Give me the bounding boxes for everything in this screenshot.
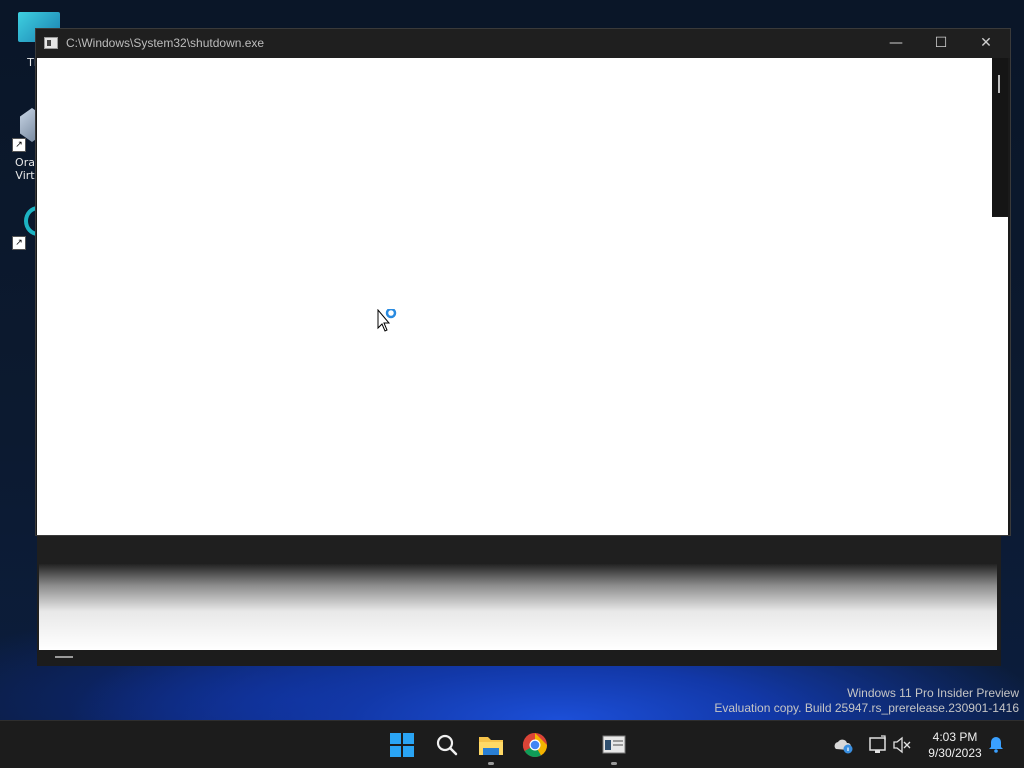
running-indicator — [488, 762, 494, 765]
search-button[interactable] — [429, 727, 465, 763]
taskbar: 4:03 PM 9/30/2023 — [0, 720, 1024, 768]
close-button[interactable]: ✕ — [963, 29, 1009, 58]
shortcut-arrow-icon: ↗ — [12, 236, 26, 250]
busy-cursor-icon — [377, 309, 397, 332]
shutdown-window-taskbar-button[interactable] — [596, 727, 632, 765]
background-window-statusbar — [37, 650, 1001, 666]
shutdown-window[interactable]: C:\Windows\System32\shutdown.exe — ☐ ✕ — [35, 28, 1011, 536]
shortcut-arrow-icon: ↗ — [12, 138, 26, 152]
minimize-button[interactable]: — — [873, 29, 919, 58]
statusbar-dash — [55, 656, 73, 658]
console-window-icon — [44, 37, 58, 49]
chrome-icon — [522, 733, 547, 758]
scroll-thumb[interactable] — [998, 75, 1000, 93]
console-window-icon — [602, 735, 626, 754]
running-indicator — [611, 762, 617, 765]
clock[interactable]: 4:03 PM 9/30/2023 — [920, 729, 990, 761]
watermark-line1: Windows 11 Pro Insider Preview — [847, 686, 1019, 700]
evaluation-watermark: Windows 11 Pro Insider Preview Evaluatio… — [714, 686, 1019, 716]
window-content-lower[interactable] — [37, 217, 1008, 535]
bell-icon — [989, 737, 1003, 753]
clock-time: 4:03 PM — [932, 730, 978, 744]
network-tray-button[interactable] — [866, 727, 890, 763]
maximize-button[interactable]: ☐ — [918, 29, 964, 58]
window-title: C:\Windows\System32\shutdown.exe — [66, 36, 265, 50]
windows-logo-icon — [390, 733, 414, 757]
titlebar[interactable]: C:\Windows\System32\shutdown.exe — ☐ ✕ — [36, 29, 1010, 58]
start-button[interactable] — [384, 727, 420, 763]
notifications-button[interactable] — [984, 727, 1008, 763]
chrome-button[interactable] — [517, 727, 553, 763]
background-window — [37, 536, 1001, 666]
volume-tray-button[interactable] — [890, 727, 914, 763]
watermark-line2: Evaluation copy. Build 25947.rs_prerelea… — [714, 701, 1019, 715]
folder-icon — [479, 737, 503, 755]
network-icon — [869, 735, 886, 753]
cloud-info-icon — [834, 739, 853, 754]
search-icon — [436, 734, 458, 756]
speaker-muted-icon — [893, 736, 911, 754]
file-explorer-button[interactable] — [473, 727, 509, 765]
clock-date: 9/30/2023 — [928, 746, 982, 760]
background-window-content — [39, 564, 997, 650]
onedrive-tray-button[interactable] — [832, 727, 856, 763]
vertical-scrollbar[interactable] — [992, 58, 1008, 216]
